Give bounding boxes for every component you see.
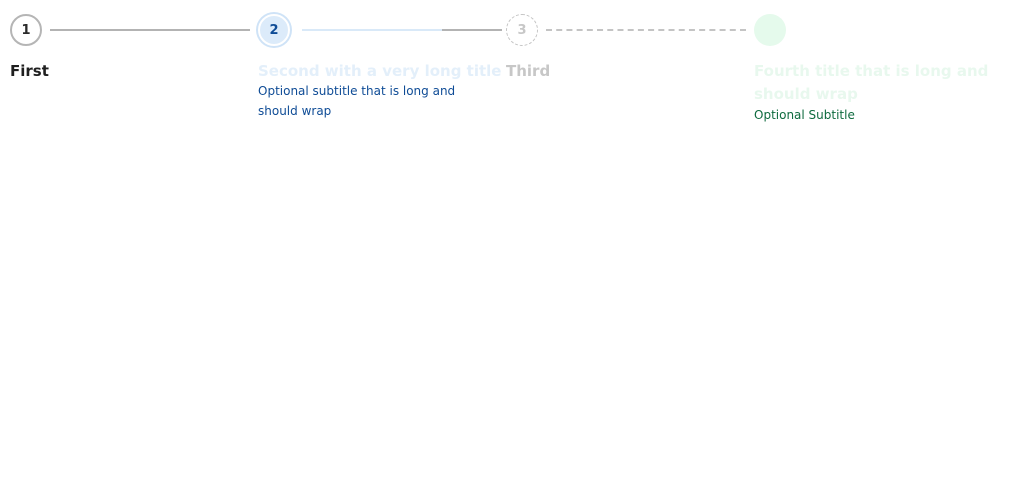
step-second[interactable]: 2 Second with a very long title Optional… <box>258 14 506 144</box>
step-2-number: 2 <box>269 22 279 38</box>
progress-stepper: 1 First 2 Second with a very long title … <box>10 14 1010 144</box>
step-4-subtitle: Optional Subtitle <box>754 108 855 122</box>
step-third[interactable]: 3 Third <box>506 14 754 144</box>
step-fourth[interactable]: Fourth title that is long and should wra… <box>754 14 1010 144</box>
step-3-connector <box>546 29 746 31</box>
step-2-marker[interactable]: 2 <box>258 14 290 46</box>
step-first[interactable]: 1 First <box>10 14 258 144</box>
step-4-title: Fourth title that is long and should wra… <box>754 62 989 103</box>
step-2-title: Second with a very long title <box>258 62 502 80</box>
step-2-connector-remaining <box>442 29 502 31</box>
step-2-connector-progress <box>302 29 442 31</box>
step-1-connector <box>50 29 250 31</box>
step-1-number: 1 <box>21 22 31 38</box>
step-2-subtitle: Optional subtitle that is long and shoul… <box>258 84 456 118</box>
step-1-marker[interactable]: 1 <box>10 14 42 46</box>
step-4-marker[interactable] <box>754 14 786 46</box>
step-1-title: First <box>10 62 49 80</box>
step-3-number: 3 <box>517 22 527 38</box>
step-3-title: Third <box>506 62 551 80</box>
step-3-marker[interactable]: 3 <box>506 14 538 46</box>
